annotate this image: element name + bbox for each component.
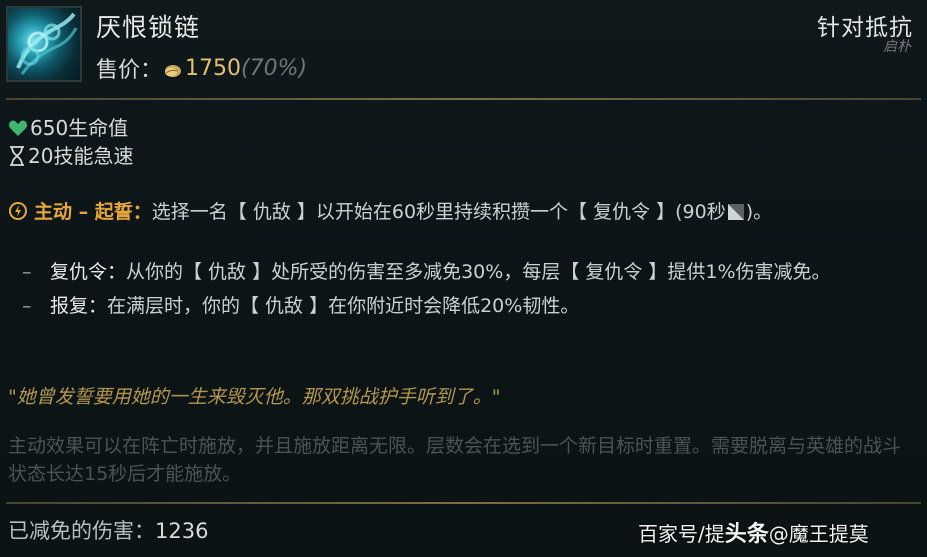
item-name: 厌恨锁链	[96, 13, 201, 42]
sub-effect-text: 在满层时，你的【 仇敌 】在你附近时会降低20%韧性。	[107, 295, 580, 317]
hourglass-icon	[10, 146, 24, 166]
item-tooltip: 厌恨锁链 售价： 1750 (70%) 针对抵抗 启朴 650生命值 20技能急…	[0, 0, 927, 557]
damage-mitigated-value: 1236	[155, 519, 209, 543]
sub-effect-vengeance: – 复仇令：从你的【 仇敌 】处所受的伤害至多减免30%，每层【 复仇令 】提供…	[22, 261, 831, 283]
price-value: 1750	[185, 55, 242, 81]
price-label: 售价：	[96, 58, 163, 83]
price-sell-percentage: (70%)	[241, 55, 308, 81]
stat-ability-haste: 20技能急速	[8, 142, 133, 170]
header-divider	[6, 98, 921, 100]
corner-watermark: 启朴	[883, 39, 911, 55]
cooldown-icon	[727, 204, 744, 220]
item-icon-chains	[6, 6, 82, 82]
stats-list: 650生命值 20技能急速	[8, 114, 133, 170]
damage-mitigated-label: 已减免的伤害：	[8, 519, 155, 543]
active-ability: 主动 – 起誓：选择一名【 仇敌 】以开始在60秒里持续积攒一个【 复仇令 】(…	[8, 198, 923, 226]
stat-health: 650生命值	[8, 114, 133, 142]
active-sub-effects: – 复仇令：从你的【 仇敌 】处所受的伤害至多减免30%，每层【 复仇令 】提供…	[22, 258, 912, 326]
watermark: 百家号/提头条@魔王提莫	[638, 522, 869, 547]
sub-effect-retribution: – 报复：在满层时，你的【 仇敌 】在你附近时会降低20%韧性。	[22, 295, 580, 317]
active-ability-tag: 主动 – 起誓：	[34, 201, 152, 223]
active-ability-text: 选择一名【 仇敌 】以开始在60秒里持续积攒一个【 复仇令 】(90秒	[151, 201, 726, 223]
lore-quote: "她曾发誓要用她的一生来毁灭他。那双挑战护手听到了。"	[8, 386, 501, 408]
stat-health-text: 650生命值	[30, 116, 129, 140]
sub-effect-name: 报复：	[50, 295, 108, 317]
sub-effect-text: 从你的【 仇敌 】处所受的伤害至多减免30%，每层【 复仇令 】提供1%伤害减免…	[126, 261, 831, 283]
damage-mitigated: 已减免的伤害：1236	[8, 515, 208, 545]
footer-divider	[6, 502, 921, 504]
gold-coin-icon	[162, 60, 182, 77]
rules-note: 主动效果可以在阵亡时施放，并且施放距离无限。层数会在选到一个新目标时重置。需要脱…	[8, 435, 902, 485]
stat-ability-haste-text: 20技能急速	[28, 144, 134, 168]
sub-effect-name: 复仇令：	[50, 261, 127, 283]
active-power-icon	[9, 202, 27, 220]
heart-icon	[8, 120, 28, 136]
price-row: 售价： 1750 (70%)	[96, 52, 307, 84]
active-ability-tail: )。	[745, 201, 773, 223]
